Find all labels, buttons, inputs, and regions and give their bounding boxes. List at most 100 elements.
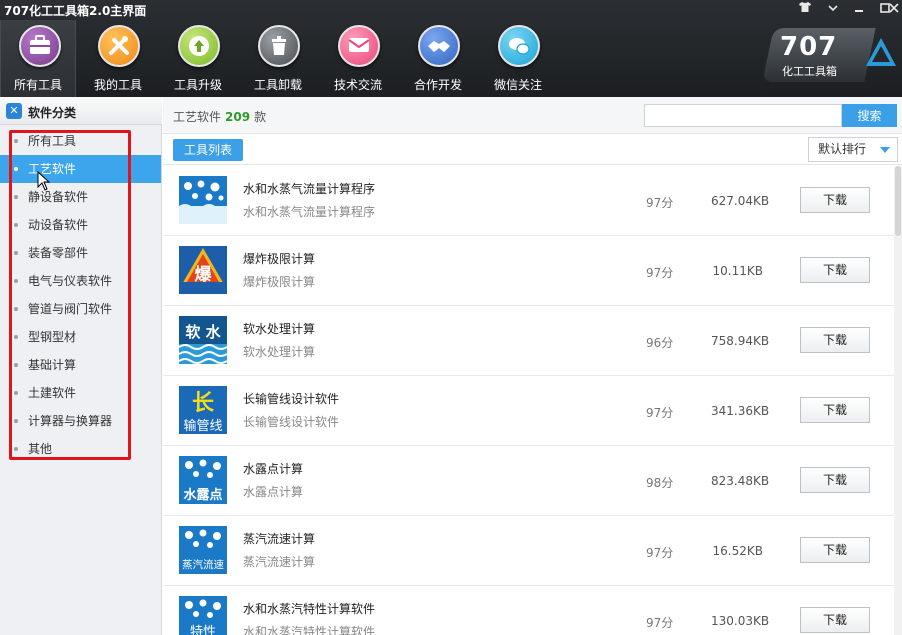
icon-badge-text: 爆 [195, 265, 213, 285]
software-score: 96分 [646, 336, 674, 350]
sidebar-item-label: 装备零部件 [28, 246, 89, 260]
toolbar-label: 工具升级 [173, 78, 222, 92]
skin-icon[interactable] [792, 0, 818, 18]
list-item[interactable]: 长输管线 长输管线设计软件 长输管线设计软件 97分 341.36KB 下载 [163, 376, 894, 446]
toolbar-label: 工具卸载 [253, 78, 302, 92]
upgrade-arrow-icon [178, 25, 220, 67]
icon-badge-text: 水露点 [183, 487, 222, 503]
toolbar-all-tools[interactable]: 所有工具 [0, 20, 76, 97]
sidebar-item-piping-valves[interactable]: 管道与阀门软件 [0, 295, 161, 323]
scrollbar-thumb[interactable] [895, 166, 901, 236]
download-button[interactable]: 下载 [800, 607, 870, 633]
software-score: 97分 [646, 616, 674, 630]
download-button[interactable]: 下载 [800, 327, 870, 353]
wechat-icon [498, 25, 540, 67]
sidebar-item-label: 型钢型材 [28, 330, 77, 344]
software-score: 98分 [646, 476, 674, 490]
close-icon[interactable] [876, 0, 902, 18]
download-button[interactable]: 下载 [800, 537, 870, 563]
software-name[interactable]: 水和水蒸气流量计算程序 [243, 180, 375, 197]
software-desc: 软水处理计算 [243, 345, 316, 359]
sidebar-item-rotating-equipment[interactable]: 动设备软件 [0, 211, 161, 239]
download-button[interactable]: 下载 [800, 257, 870, 283]
software-score: 97分 [646, 266, 674, 280]
sidebar-item-process-software[interactable]: 工艺软件 [0, 155, 161, 183]
toolbar-label: 微信关注 [493, 78, 542, 92]
software-name[interactable]: 水和水蒸汽特性计算软件 [243, 600, 375, 617]
sidebar-item-label: 计算器与换算器 [28, 414, 113, 428]
list-item[interactable]: 水露点 水露点计算 水露点计算 98分 823.48KB 下载 [163, 446, 894, 516]
sort-dropdown[interactable]: 默认排行 [808, 137, 898, 162]
sidebar-item-label: 工艺软件 [28, 162, 77, 176]
sidebar-item-label: 管道与阀门软件 [28, 302, 113, 316]
software-score: 97分 [646, 546, 674, 560]
logo-number: 707 [780, 32, 838, 62]
software-size: 823.48KB [711, 474, 770, 488]
steam-velocity-icon: 蒸汽流速 [179, 526, 227, 574]
software-name[interactable]: 软水处理计算 [243, 320, 315, 337]
logo-name: 化工工具箱 [782, 65, 837, 78]
main-header: 工艺软件 209 款 搜索 [163, 97, 902, 134]
search-button[interactable]: 搜索 [842, 104, 897, 127]
chat-icon [338, 25, 380, 67]
sidebar-item-label: 所有工具 [28, 134, 77, 148]
brand-logo: 707 化工工具箱 [762, 28, 898, 82]
toolbar-upgrade[interactable]: 工具升级 [160, 20, 236, 97]
software-name[interactable]: 水露点计算 [243, 460, 303, 477]
sidebar-item-civil-software[interactable]: 土建软件 [0, 379, 161, 407]
software-desc: 长输管线设计软件 [243, 415, 340, 429]
sidebar-item-all-tools[interactable]: 所有工具 [0, 127, 161, 155]
sidebar-item-static-equipment[interactable]: 静设备软件 [0, 183, 161, 211]
list-item[interactable]: 蒸汽流速 蒸汽流速计算 蒸汽流速计算 97分 16.52KB 下载 [163, 516, 894, 586]
wrench-icon [98, 25, 140, 67]
search-input[interactable] [644, 104, 842, 127]
software-score: 97分 [646, 196, 674, 210]
software-name[interactable]: 爆炸极限计算 [243, 250, 315, 267]
main-panel: 工艺软件 209 款 搜索 工具列表 默认排行 水和水蒸气流量计算程序 水和水蒸气流… [163, 97, 902, 635]
download-button[interactable]: 下载 [800, 467, 870, 493]
list-item[interactable]: 软 水 软水处理计算 软水处理计算 96分 758.94KB 下载 [163, 306, 894, 376]
sidebar-item-other[interactable]: 其他 [0, 435, 161, 463]
list-item[interactable]: 爆 爆炸极限计算 爆炸极限计算 97分 10.11KB 下载 [163, 236, 894, 306]
tab-tool-list[interactable]: 工具列表 [173, 139, 243, 161]
icon-badge-text: 软 水 [185, 323, 221, 341]
dew-point-icon: 水露点 [179, 456, 227, 504]
download-button[interactable]: 下载 [800, 187, 870, 213]
toolbar-wechat[interactable]: 微信关注 [480, 20, 556, 97]
toolbar-tech-exchange[interactable]: 技术交流 [320, 20, 396, 97]
software-desc: 水和水蒸气流量计算程序 [243, 205, 376, 219]
menu-icon[interactable] [820, 0, 846, 18]
sidebar-item-basic-calculation[interactable]: 基础计算 [0, 351, 161, 379]
handshake-icon [418, 25, 460, 67]
category-sidebar: ✕ 软件分类 所有工具 工艺软件 静设备软件 动设备软件 装备零部件 电气与仪表… [0, 97, 162, 635]
logo-triangle-icon [866, 38, 896, 66]
software-name[interactable]: 蒸汽流速计算 [243, 530, 315, 547]
sidebar-item-equipment-parts[interactable]: 装备零部件 [0, 239, 161, 267]
software-score: 97分 [646, 406, 674, 420]
software-list: 水和水蒸气流量计算程序 水和水蒸气流量计算程序 97分 627.04KB 下载 … [163, 166, 894, 635]
app-header: 707化工工具箱2.0主界面 所有工具 我的工具 工具升级 工具卸载 技术交流 … [0, 0, 902, 97]
list-item[interactable]: 水和水蒸气流量计算程序 水和水蒸气流量计算程序 97分 627.04KB 下载 [163, 166, 894, 236]
water-bubbles-icon [179, 176, 227, 224]
trash-icon [258, 25, 300, 67]
toolbar-uninstall[interactable]: 工具卸载 [240, 20, 316, 97]
toolbar-cooperation[interactable]: 合作开发 [400, 20, 476, 97]
app-title: 707化工工具箱2.0主界面 [4, 4, 147, 18]
toolbar-my-tools[interactable]: 我的工具 [80, 20, 156, 97]
minimize-icon[interactable] [846, 0, 872, 18]
software-name[interactable]: 长输管线设计软件 [243, 390, 339, 407]
list-item[interactable]: 特性 水和水蒸汽特性计算软件 水和水蒸汽特性计算软件 97分 130.03KB … [163, 586, 894, 635]
icon-badge-text: 长 [192, 391, 215, 416]
sidebar-item-steel-profiles[interactable]: 型钢型材 [0, 323, 161, 351]
list-tabbar: 工具列表 默认排行 [163, 134, 902, 165]
sidebar-item-label: 土建软件 [28, 386, 77, 400]
sidebar-item-label: 电气与仪表软件 [28, 274, 113, 288]
software-size: 130.03KB [711, 614, 770, 628]
icon-badge-text: 输管线 [183, 418, 222, 434]
chevron-down-icon [880, 147, 890, 153]
sidebar-title: 软件分类 [28, 106, 77, 120]
download-button[interactable]: 下载 [800, 397, 870, 423]
sidebar-item-calculators-converters[interactable]: 计算器与换算器 [0, 407, 161, 435]
list-scrollbar[interactable] [894, 166, 902, 635]
sidebar-item-electrical-instrument[interactable]: 电气与仪表软件 [0, 267, 161, 295]
